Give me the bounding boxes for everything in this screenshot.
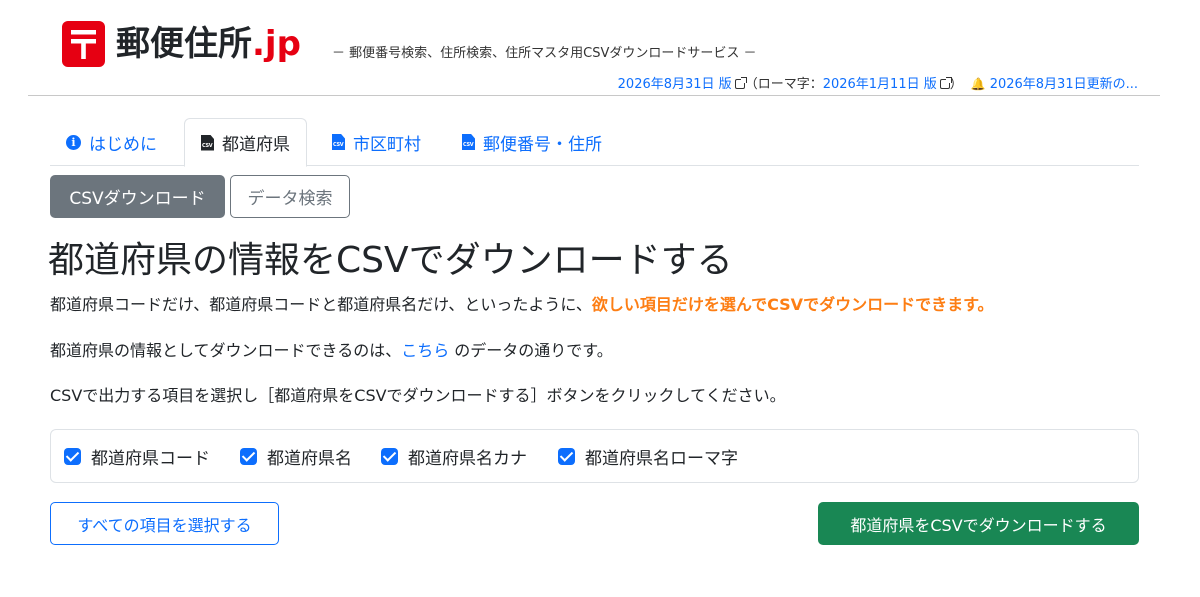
checkbox-label: 都道府県名カナ [408, 448, 527, 469]
intro-text: 都道府県コードだけ、都道府県コードと都道府県名だけ、といったように、 [50, 295, 592, 314]
csv-download-pill[interactable]: CSVダウンロード [50, 175, 225, 218]
checkbox-prefecture-kana[interactable]: 都道府県名カナ [381, 443, 527, 469]
romaji-link-text: 2026年1月11日 版 [822, 77, 937, 92]
bell-icon: 🔔 [970, 77, 986, 91]
tab-label: はじめに [89, 134, 157, 155]
intro-highlight: 欲しい項目だけを選んでCSVでダウンロードできます。 [591, 295, 994, 314]
checkbox-label: 都道府県名 [267, 448, 352, 469]
tab-postal-address[interactable]: CSV 郵便番号・住所 [446, 118, 618, 166]
tab-municipality[interactable]: CSV 市区町村 [316, 118, 437, 166]
tab-intro[interactable]: i はじめに [50, 118, 173, 166]
checkbox-prefecture-code[interactable]: 都道府県コード [64, 443, 210, 469]
checkbox-label: 都道府県コード [91, 448, 210, 469]
data-search-pill[interactable]: データ検索 [230, 175, 350, 218]
csv-file-icon: CSV [462, 134, 475, 150]
romaji-version-link[interactable]: 2026年1月11日 版 [822, 77, 952, 92]
checkbox-checked-icon[interactable] [64, 447, 81, 465]
checkbox-prefecture-romaji[interactable]: 都道府県名ローマ字 [558, 443, 738, 469]
intro-paragraph: 都道府県コードだけ、都道府県コードと都道府県名だけ、といったように、欲しい項目だ… [50, 293, 993, 317]
site-title-main: 郵便住所 [116, 24, 252, 64]
tab-label: 都道府県 [222, 135, 290, 155]
checkbox-checked-icon[interactable] [381, 447, 398, 465]
site-header: 郵便住所.jp － 郵便番号検索、住所検索、住所マスタ用CSVダウンロードサービ… [0, 0, 1200, 96]
postal-mark-logo[interactable] [62, 21, 105, 67]
select-all-button[interactable]: すべての項目を選択する [50, 502, 279, 545]
data-details-link[interactable]: こちら [401, 341, 449, 360]
site-title-tld: .jp [252, 24, 301, 64]
data-info-paragraph: 都道府県の情報としてダウンロードできるのは、こちら のデータの通りです。 [50, 339, 613, 363]
tab-label: 市区町村 [353, 134, 421, 155]
site-tagline: － 郵便番号検索、住所検索、住所マスタ用CSVダウンロードサービス － [332, 46, 757, 61]
instruction-paragraph: CSVで出力する項目を選択し［都道府県をCSVでダウンロードする］ボタンをクリッ… [50, 386, 786, 405]
checkbox-prefecture-name[interactable]: 都道府県名 [240, 443, 352, 469]
page-title: 都道府県の情報をCSVでダウンロードする [48, 240, 733, 281]
external-link-icon [939, 77, 952, 89]
data-info-suffix: のデータの通りです。 [449, 341, 613, 360]
version-link[interactable]: 2026年8月31日 版 [617, 77, 747, 92]
checkbox-checked-icon[interactable] [558, 447, 575, 465]
romaji-prefix: （ローマ字： [744, 77, 823, 92]
postal-mark-icon [71, 30, 96, 59]
checkbox-label: 都道府県名ローマ字 [585, 448, 738, 469]
info-icon: i [66, 134, 81, 150]
tab-label: 郵便番号・住所 [483, 134, 602, 155]
field-selection-panel: 都道府県コード 都道府県名 都道府県名カナ 都道府県名ローマ字 [50, 429, 1139, 483]
external-link-icon [734, 77, 747, 89]
csv-file-icon: CSV [201, 134, 214, 151]
checkbox-checked-icon[interactable] [240, 447, 257, 465]
version-info: 2026年8月31日 版（ローマ字：2026年1月11日 版） 🔔 2026年8月3… [618, 73, 1138, 92]
main-tabs: i はじめに CSV 都道府県 CSV 市区町村 CSV 郵便番号・住所 [50, 118, 1139, 167]
update-notice-link[interactable]: 2026年8月31日更新の... [990, 77, 1138, 92]
download-csv-button[interactable]: 都道府県をCSVでダウンロードする [818, 502, 1139, 545]
data-info-text: 都道府県の情報としてダウンロードできるのは、 [50, 341, 402, 360]
csv-file-icon: CSV [332, 134, 345, 150]
tab-prefecture[interactable]: CSV 都道府県 [184, 118, 307, 167]
header-divider [28, 95, 1160, 96]
version-link-text: 2026年8月31日 版 [617, 77, 732, 92]
site-title[interactable]: 郵便住所.jp [116, 20, 301, 68]
